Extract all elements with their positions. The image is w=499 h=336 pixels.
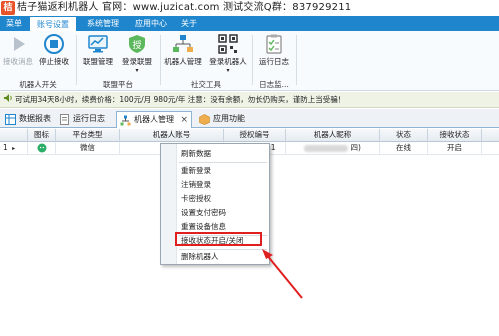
- ribbon-divider: [160, 35, 161, 85]
- menu-tab-app-center[interactable]: 应用中心: [128, 16, 174, 31]
- svg-text:授: 授: [132, 39, 141, 51]
- menu-item-delete-robot[interactable]: 删除机器人: [161, 251, 269, 263]
- menu-item-logout[interactable]: 注销登录: [161, 179, 269, 191]
- login-alliance-label: 登录联盟: [122, 57, 152, 66]
- cell-receive-status: 开启: [428, 142, 482, 155]
- robot-management-button[interactable]: 机器人管理: [162, 33, 204, 69]
- document-icon: [60, 114, 69, 125]
- tab-run-log[interactable]: 运行日志: [56, 111, 112, 128]
- cell-status: 在线: [380, 142, 428, 155]
- row-marker: ▸: [12, 145, 16, 152]
- stop-receive-button[interactable]: 停止接收: [36, 33, 72, 69]
- ribbon-toolbar: 接收消息 停止接收 机器人开关 联盟管理 授 登录联盟 ▾ 联盟平台 机器人管理…: [0, 31, 499, 91]
- tab-robot-management-label: 机器人管理: [134, 115, 174, 124]
- menu-item-set-payment-password[interactable]: 设置支付密码: [161, 207, 269, 219]
- clipboard-check-icon: [266, 34, 282, 54]
- menu-tab-about[interactable]: 关于: [176, 16, 202, 31]
- login-alliance-button[interactable]: 授 登录联盟 ▾: [118, 33, 156, 74]
- tab-robot-management[interactable]: 机器人管理 ×: [116, 111, 192, 128]
- group-label-alliance-platform: 联盟平台: [103, 80, 133, 89]
- menu-item-relogin[interactable]: 重新登录: [161, 165, 269, 177]
- menu-item-card-authorize[interactable]: 卡密授权: [161, 193, 269, 205]
- stop-circle-icon: [44, 34, 64, 54]
- menu-separator: [179, 249, 267, 250]
- cell-platform: 微信: [56, 142, 120, 155]
- tab-app-functions[interactable]: 应用功能: [196, 111, 252, 128]
- column-header-receive-status[interactable]: 接收状态: [428, 129, 482, 142]
- document-tab-bar: 数据报表 运行日志 机器人管理 × 应用功能: [0, 109, 499, 128]
- row-index: 1 ▸: [0, 142, 28, 155]
- alliance-management-label: 联盟管理: [83, 57, 113, 66]
- table-header: 图标 平台类型 机器人账号 授权编号 机器人昵称 状态 接收状态: [0, 129, 499, 142]
- menu-separator: [179, 162, 267, 163]
- tab-data-report[interactable]: 数据报表: [2, 111, 52, 128]
- ribbon-divider: [296, 35, 297, 85]
- monitor-chart-icon: [88, 35, 108, 53]
- play-icon: [14, 37, 25, 51]
- box-icon: [199, 114, 210, 125]
- group-label-social-tools: 社交工具: [191, 80, 221, 89]
- row-index-header: [0, 129, 28, 142]
- column-header-icon[interactable]: 图标: [28, 129, 56, 142]
- wechat-icon: [37, 143, 46, 153]
- column-header-account[interactable]: 机器人账号: [120, 129, 224, 142]
- login-robot-button[interactable]: 登录机器人 ▾: [206, 33, 250, 74]
- qr-code-icon: [218, 34, 238, 54]
- column-header-platform[interactable]: 平台类型: [56, 129, 120, 142]
- context-menu: 刷新数据 重新登录 注销登录 卡密授权 设置支付密码 重置设备信息 接收状态开启…: [160, 143, 270, 265]
- alliance-management-button[interactable]: 联盟管理: [80, 33, 116, 69]
- tab-run-log-label: 运行日志: [73, 114, 105, 123]
- network-icon: [120, 115, 131, 126]
- receive-message-label: 接收消息: [3, 57, 33, 66]
- row-index-number: 1: [3, 143, 8, 152]
- close-icon[interactable]: ×: [180, 112, 188, 128]
- window-title: 桔子猫返利机器人 官网：www.juzicat.com 测试交流Q群：83792…: [17, 2, 352, 13]
- receive-message-button[interactable]: 接收消息: [1, 33, 35, 69]
- menu-item-refresh-data[interactable]: 刷新数据: [161, 148, 269, 160]
- tab-app-functions-label: 应用功能: [213, 114, 245, 123]
- table-icon: [5, 114, 16, 125]
- row-icon-cell: [28, 142, 56, 155]
- group-label-robot-switch: 机器人开关: [19, 80, 57, 89]
- chevron-down-icon: ▾: [135, 67, 139, 74]
- robot-management-label: 机器人管理: [164, 57, 202, 66]
- ribbon-divider: [76, 35, 77, 85]
- menu-tab-main[interactable]: 菜单: [0, 16, 28, 31]
- column-header-status[interactable]: 状态: [380, 129, 428, 142]
- column-header-auth-no[interactable]: 授权编号: [224, 129, 286, 142]
- notice-text: 可试用34天8小时，续费价格：100元/月 980元/年 注意：没有余额，勿长仍…: [15, 95, 346, 104]
- login-robot-label: 登录机器人: [209, 57, 247, 66]
- run-log-label: 运行日志: [259, 57, 289, 66]
- notice-bar: 可试用34天8小时，续费价格：100元/月 980元/年 注意：没有余额，勿长仍…: [0, 92, 499, 108]
- network-icon: [173, 35, 193, 52]
- menu-bar: 菜单 账号设置 系统管理 应用中心 关于: [0, 16, 499, 31]
- column-header-nickname[interactable]: 机器人昵称: [286, 129, 380, 142]
- menu-tab-system-management[interactable]: 系统管理: [80, 16, 126, 31]
- ribbon-divider: [252, 35, 253, 85]
- stop-receive-label: 停止接收: [39, 57, 69, 66]
- group-label-log-monitor: 日志监...: [259, 80, 289, 89]
- cell-nickname: 四): [286, 142, 380, 155]
- menu-tab-account-settings[interactable]: 账号设置: [30, 16, 76, 31]
- nickname-blurred: [304, 144, 349, 152]
- app-logo-icon: 桔: [1, 1, 15, 15]
- tab-data-report-label: 数据报表: [19, 114, 51, 123]
- run-log-button[interactable]: 运行日志: [254, 33, 294, 69]
- title-bar: 桔 桔子猫返利机器人 官网：www.juzicat.com 测试交流Q群：837…: [0, 0, 499, 16]
- speaker-icon: [4, 94, 12, 102]
- annotation-highlight-box: [175, 232, 262, 246]
- chevron-down-icon: ▾: [226, 67, 230, 74]
- shield-authorize-icon: 授: [129, 35, 145, 53]
- nickname-suffix: 四): [350, 143, 361, 152]
